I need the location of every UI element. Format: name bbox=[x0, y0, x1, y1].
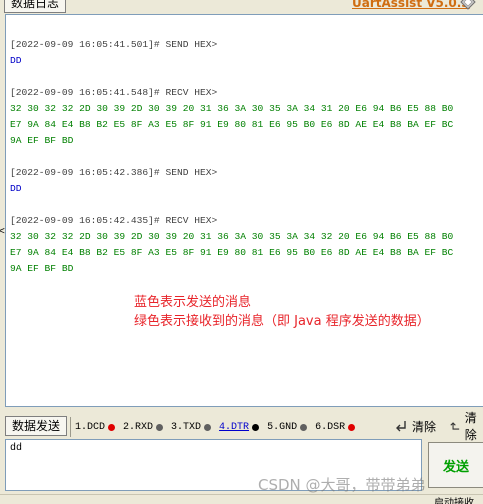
watermark: CSDN @大哥，带带弟弟 bbox=[258, 476, 426, 494]
pin-label: 1.DCD bbox=[75, 421, 106, 433]
color-legend-note: 蓝色表示发送的消息 绿色表示接收到的消息（即 Java 程序发送的数据） bbox=[134, 293, 430, 331]
log-entry-data: 9A EF BF BD bbox=[10, 263, 74, 274]
log-entry-header: [2022-09-09 16:05:42.386]# SEND HEX> bbox=[10, 167, 218, 178]
top-tab-bar: 数据日志 UartAssist V5.0.3 bbox=[0, 0, 483, 14]
clear-log-label: 清除 bbox=[412, 419, 437, 434]
collapse-arrow-icon[interactable]: < bbox=[0, 226, 5, 237]
bottom-status-strip: 启动接收 bbox=[0, 494, 483, 504]
log-entry: [2022-09-09 16:05:42.386]# SEND HEX> DD bbox=[10, 165, 480, 197]
log-entry-header: [2022-09-09 16:05:41.501]# SEND HEX> bbox=[10, 39, 218, 50]
app-title-link[interactable]: UartAssist V5.0.3 bbox=[352, 0, 470, 11]
log-entry-data: DD bbox=[10, 183, 22, 194]
log-entry-header: [2022-09-09 16:05:41.548]# RECV HEX> bbox=[10, 87, 218, 98]
log-entry-header: [2022-09-09 16:05:42.435]# RECV HEX> bbox=[10, 215, 218, 226]
pin-indicator: 6.DSR bbox=[315, 421, 356, 433]
send-button[interactable]: 发送 bbox=[428, 442, 483, 488]
pin-indicator: 1.DCD bbox=[75, 421, 116, 433]
log-entries: [2022-09-09 16:05:41.501]# SEND HEX> DD [2… bbox=[10, 37, 480, 293]
diamond-icon[interactable] bbox=[460, 0, 476, 10]
log-entry: [2022-09-09 16:05:41.501]# SEND HEX> DD bbox=[10, 37, 480, 69]
note-line-1: 蓝色表示发送的消息 bbox=[134, 295, 252, 310]
receive-log-panel[interactable]: [2022-09-09 16:05:41.501]# SEND HEX> DD [2… bbox=[5, 14, 483, 407]
pin-label: 4.DTR bbox=[219, 421, 250, 433]
pin-status-dot-icon bbox=[156, 423, 164, 431]
log-entry: [2022-09-09 16:05:41.548]# RECV HEX> 32 3… bbox=[10, 85, 480, 149]
log-entry-data: DD bbox=[10, 55, 22, 66]
pin-label: 3.TXD bbox=[171, 421, 202, 433]
log-entry-data: 32 30 32 32 2D 30 39 2D 30 39 20 31 36 3… bbox=[10, 231, 454, 242]
clear-log-button[interactable]: 清除 bbox=[394, 417, 436, 435]
pin-status-dot-icon bbox=[108, 423, 116, 431]
tab-data-send[interactable]: 数据发送 bbox=[5, 416, 68, 436]
pin-indicator: 5.GND bbox=[267, 421, 308, 433]
log-entry: [2022-09-09 16:05:42.435]# RECV HEX> 32 3… bbox=[10, 213, 480, 277]
pin-status-dot-icon bbox=[252, 423, 260, 431]
send-toolbar: 数据发送 1.DCD 2.RXD 3.TXD 4.DTR 5.GND 6.DSR 清除 清… bbox=[0, 411, 483, 442]
log-entry-data: E7 9A 84 E4 B8 B2 E5 8F A3 E5 8F 91 E9 8… bbox=[10, 247, 454, 258]
clear-send-button[interactable]: 清除 bbox=[450, 411, 483, 442]
arrow-up-left-icon bbox=[450, 422, 460, 430]
serial-pin-status: 1.DCD 2.RXD 3.TXD 4.DTR 5.GND 6.DSR bbox=[70, 417, 356, 437]
tab-data-log[interactable]: 数据日志 bbox=[4, 0, 67, 13]
note-line-2: 绿色表示接收到的消息（即 Java 程序发送的数据） bbox=[134, 314, 430, 329]
pin-label: 2.RXD bbox=[123, 421, 154, 433]
log-entry-data: 9A EF BF BD bbox=[10, 135, 74, 146]
clear-send-label: 清除 bbox=[464, 411, 477, 442]
pin-indicator: 2.RXD bbox=[123, 421, 164, 433]
pin-indicator: 3.TXD bbox=[171, 421, 212, 433]
pin-label: 5.GND bbox=[267, 421, 298, 433]
pin-label: 6.DSR bbox=[315, 421, 346, 433]
pin-status-dot-icon bbox=[204, 423, 212, 431]
pin-status-dot-icon bbox=[348, 423, 356, 431]
start-receive-label[interactable]: 启动接收 bbox=[434, 494, 474, 504]
log-entry-data: 32 30 32 32 2D 30 39 2D 30 39 20 31 36 3… bbox=[10, 103, 454, 114]
pin-indicator[interactable]: 4.DTR bbox=[219, 421, 260, 433]
arrow-down-left-icon bbox=[396, 421, 406, 432]
log-entry-data: E7 9A 84 E4 B8 B2 E5 8F A3 E5 8F 91 E9 8… bbox=[10, 119, 454, 130]
pin-status-dot-icon bbox=[300, 423, 308, 431]
